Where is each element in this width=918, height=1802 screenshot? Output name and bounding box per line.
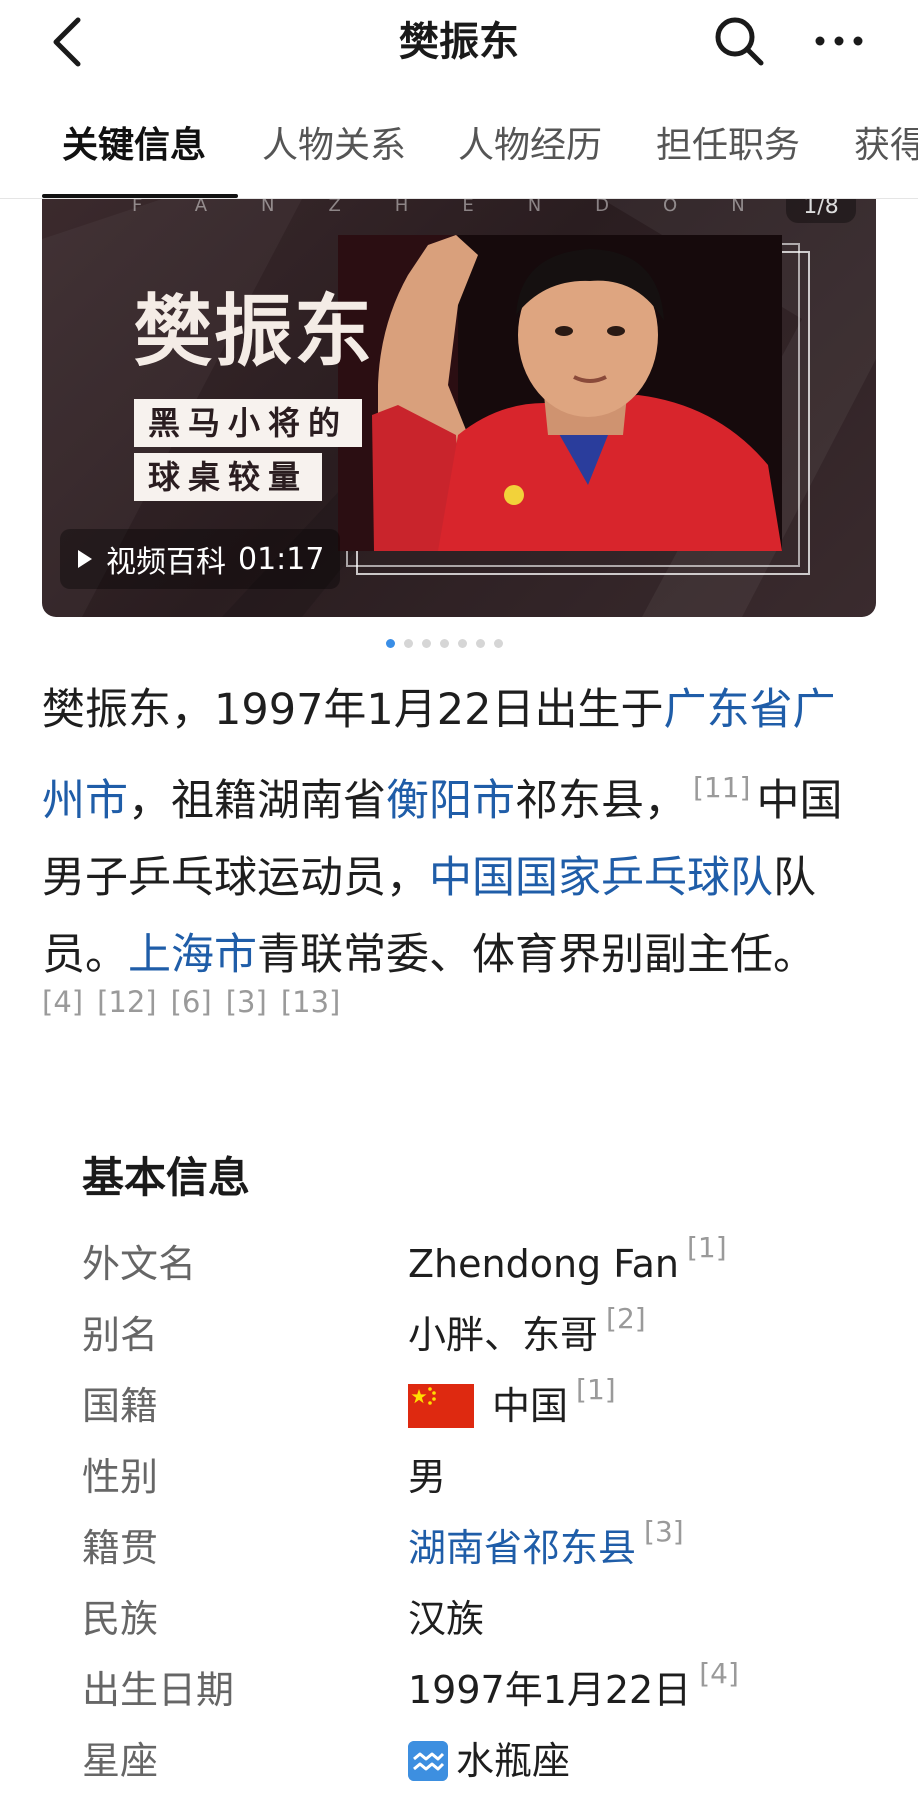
- nationality-value: 中国: [492, 1384, 569, 1428]
- back-button[interactable]: [44, 14, 88, 70]
- hero-title: 樊振东: [134, 286, 375, 377]
- link-national-team[interactable]: 中国国家乒乓球队: [429, 853, 773, 903]
- reference-link[interactable]: [1]: [576, 1360, 616, 1420]
- more-horizontal-icon: [815, 36, 863, 46]
- reference-link[interactable]: [4]: [42, 985, 83, 1019]
- intro-text: 樊振东，1997年1月22日出生于: [42, 685, 664, 735]
- aquarius-icon: [408, 1741, 448, 1781]
- video-card[interactable]: FANZHENDON 1/8 樊振东 黑马小将的 球桌较量 视频百科 01:17: [42, 199, 876, 617]
- carousel-indicator: [386, 636, 503, 650]
- info-row-alias: 别名 小胖、东哥 [2]: [82, 1302, 882, 1365]
- info-row-nationality: 国籍 中国 [1]: [82, 1373, 882, 1436]
- intro-text: 青联常委、体育界别副主任。: [257, 930, 816, 980]
- tab-experience[interactable]: 人物经历: [458, 106, 602, 186]
- info-value: 中国 [1]: [408, 1373, 622, 1436]
- info-value: 湖南省祁东县 [3]: [408, 1515, 690, 1578]
- info-value: 小胖、东哥 [2]: [408, 1302, 652, 1365]
- link-shanghai[interactable]: 上海市: [128, 930, 257, 980]
- video-play-badge[interactable]: 视频百科 01:17: [60, 529, 341, 589]
- info-row-zodiac: 星座 水瓶座: [82, 1731, 882, 1791]
- chevron-left-icon: [53, 17, 81, 67]
- carousel-dot[interactable]: [494, 638, 503, 648]
- carousel-dot[interactable]: [422, 638, 431, 648]
- reference-link[interactable]: [2]: [606, 1289, 646, 1349]
- video-label: 视频百科: [106, 545, 226, 580]
- tab-relations[interactable]: 人物关系: [262, 106, 406, 186]
- intro-text: 祁东县，: [515, 776, 687, 826]
- info-row-ethnicity: 民族 汉族: [82, 1589, 882, 1649]
- carousel-dot[interactable]: [404, 638, 413, 648]
- ethnicity-value: 汉族: [408, 1597, 485, 1641]
- tab-positions[interactable]: 担任职务: [656, 106, 800, 186]
- info-value: 男: [408, 1447, 446, 1507]
- info-key: 别名: [82, 1313, 159, 1357]
- hero-subtitle-line2: 球桌较量: [134, 453, 323, 501]
- birth-date-value: 1997年1月22日: [408, 1668, 692, 1712]
- carousel-dot[interactable]: [458, 638, 467, 648]
- search-button[interactable]: [708, 10, 770, 72]
- info-key: 星座: [82, 1739, 159, 1783]
- video-duration: 01:17: [238, 541, 325, 577]
- native-place-link[interactable]: 湖南省祁东县: [408, 1518, 636, 1578]
- tab-key-info[interactable]: 关键信息: [62, 106, 206, 186]
- carousel-dot[interactable]: [386, 638, 395, 648]
- info-key: 外文名: [82, 1242, 197, 1286]
- info-value: Zhendong Fan [1]: [408, 1231, 733, 1294]
- intro-references: [4] [12] [6] [3] [13]: [42, 982, 872, 1022]
- carousel-dot[interactable]: [440, 638, 449, 648]
- info-row-birth-date: 出生日期 1997年1月22日 [4]: [82, 1657, 882, 1720]
- play-icon: [78, 550, 92, 568]
- search-icon: [715, 17, 764, 66]
- top-bar: 樊振东: [0, 0, 918, 86]
- info-key: 性别: [82, 1455, 159, 1499]
- info-key: 民族: [82, 1597, 159, 1641]
- reference-link[interactable]: [4]: [699, 1644, 739, 1704]
- info-key: 国籍: [82, 1384, 159, 1428]
- reference-link[interactable]: [1]: [687, 1218, 727, 1278]
- info-key: 出生日期: [82, 1668, 235, 1712]
- carousel-dot[interactable]: [476, 638, 485, 648]
- hero-subtitle-line1: 黑马小将的: [134, 399, 363, 447]
- alias-value: 小胖、东哥: [408, 1313, 599, 1357]
- section-tabs: 关键信息 人物关系 人物经历 担任职务 获得: [0, 106, 918, 198]
- basic-info-title: 基本信息: [82, 1153, 251, 1202]
- info-value: 水瓶座: [408, 1731, 570, 1791]
- foreign-name-value: Zhendong Fan: [408, 1242, 679, 1286]
- intro-text: ，祖籍湖南省: [128, 776, 386, 826]
- tab-awards[interactable]: 获得: [854, 106, 918, 186]
- zodiac-value: 水瓶座: [456, 1739, 571, 1783]
- info-row-gender: 性别 男: [82, 1447, 882, 1507]
- info-value: 汉族: [408, 1589, 484, 1649]
- hero-pinyin: FANZHENDON: [132, 199, 799, 216]
- athlete-photo: [338, 235, 782, 551]
- link-hengyang[interactable]: 衡阳市: [386, 776, 515, 826]
- info-key: 籍贯: [82, 1526, 159, 1570]
- reference-link[interactable]: [12]: [97, 985, 157, 1019]
- reference-link[interactable]: [11]: [693, 771, 750, 804]
- page-title: 樊振东: [399, 19, 519, 65]
- reference-link[interactable]: [3]: [644, 1502, 684, 1562]
- info-row-native-place: 籍贯 湖南省祁东县 [3]: [82, 1515, 882, 1578]
- china-flag-icon: [408, 1384, 474, 1428]
- gender-value: 男: [408, 1455, 447, 1499]
- intro-paragraph: 樊振东，1997年1月22日出生于广东省广州市，祖籍湖南省衡阳市祁东县， [11]…: [42, 672, 872, 994]
- more-button[interactable]: [808, 10, 870, 72]
- info-row-foreign-name: 外文名 Zhendong Fan [1]: [82, 1231, 882, 1294]
- reference-link[interactable]: [13]: [281, 985, 341, 1019]
- image-counter: 1/8: [786, 199, 856, 223]
- athlete-illustration: [338, 235, 782, 551]
- reference-link[interactable]: [6]: [171, 985, 212, 1019]
- info-value: 1997年1月22日 [4]: [408, 1657, 745, 1720]
- reference-link[interactable]: [3]: [226, 985, 267, 1019]
